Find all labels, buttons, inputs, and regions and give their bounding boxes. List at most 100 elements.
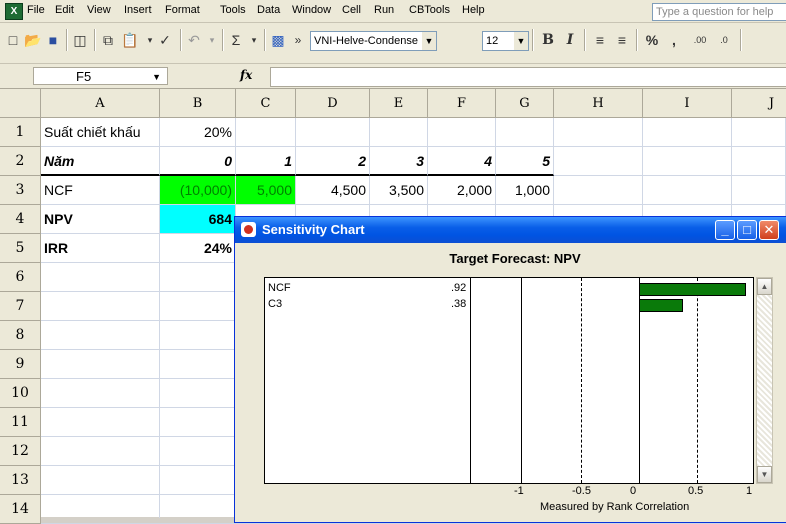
scroll-up-arrow-icon[interactable]: ▲ xyxy=(757,278,772,295)
column-header-i[interactable]: I xyxy=(643,89,732,118)
vertical-scrollbar[interactable]: ▲ ▼ xyxy=(756,277,773,484)
row-header-3[interactable]: 3 xyxy=(0,176,41,205)
sensitivity-row-value: .92 xyxy=(451,282,467,294)
font-size-select[interactable]: 12 ▼ xyxy=(482,31,529,51)
toolbar-options-icon[interactable]: » xyxy=(288,30,308,50)
column-header-c[interactable]: C xyxy=(236,89,296,118)
row-header-14[interactable]: 14 xyxy=(0,495,41,524)
cell-f3[interactable]: 2,000 xyxy=(428,176,496,205)
menu-view[interactable]: View xyxy=(87,4,111,16)
axis-tick-label: -0.5 xyxy=(572,485,591,497)
cell-a2[interactable]: Năm xyxy=(41,147,160,176)
undo-icon[interactable]: ↶ xyxy=(184,30,204,50)
row-header-1[interactable]: 1 xyxy=(0,118,41,147)
cell-b1[interactable]: 20% xyxy=(160,118,236,147)
menu-cbtools[interactable]: CBTools xyxy=(409,4,450,16)
cell-b2[interactable]: 0 xyxy=(160,147,236,176)
column-header-f[interactable]: F xyxy=(428,89,496,118)
row-header-12[interactable]: 12 xyxy=(0,437,41,466)
column-header-d[interactable]: D xyxy=(296,89,370,118)
copy-icon[interactable]: ⧉ xyxy=(98,30,118,50)
format-painter-icon[interactable]: ✓ xyxy=(155,30,175,50)
cell-c3[interactable]: 5,000 xyxy=(236,176,296,205)
bold-button[interactable]: B xyxy=(538,30,558,50)
menu-cell[interactable]: Cell xyxy=(342,4,361,16)
window-title-bar[interactable]: Sensitivity Chart _ □ ✕ xyxy=(235,217,786,243)
cell-a5[interactable]: IRR xyxy=(41,234,160,263)
paste-icon[interactable]: 📋 xyxy=(120,30,140,50)
cell-e2[interactable]: 3 xyxy=(370,147,428,176)
column-header-h[interactable]: H xyxy=(554,89,643,118)
row-header-10[interactable]: 10 xyxy=(0,379,41,408)
name-box[interactable]: F5 ▼ xyxy=(33,67,168,85)
column-header-a[interactable]: A xyxy=(41,89,160,118)
cell-b5[interactable]: 24% xyxy=(160,234,236,263)
cell-c2[interactable]: 1 xyxy=(236,147,296,176)
cell-b3[interactable]: (10,000) xyxy=(160,176,236,205)
column-header-j[interactable]: J xyxy=(732,89,786,118)
menu-tools[interactable]: Tools xyxy=(220,4,246,16)
ask-question-input[interactable]: Type a question for help xyxy=(652,3,786,21)
menu-edit[interactable]: Edit xyxy=(55,4,74,16)
column-header-b[interactable]: B xyxy=(160,89,236,118)
column-header-e[interactable]: E xyxy=(370,89,428,118)
maximize-button[interactable]: □ xyxy=(737,220,757,240)
scroll-down-arrow-icon[interactable]: ▼ xyxy=(757,466,772,483)
menu-help[interactable]: Help xyxy=(462,4,485,16)
row-header-8[interactable]: 8 xyxy=(0,321,41,350)
function-icon[interactable]: fx xyxy=(240,68,252,82)
minimize-button[interactable]: _ xyxy=(715,220,735,240)
row-header-4[interactable]: 4 xyxy=(0,205,41,234)
cell-d3[interactable]: 4,500 xyxy=(296,176,370,205)
toolbar-separator xyxy=(180,29,182,51)
cell-g3[interactable]: 1,000 xyxy=(496,176,554,205)
chart-wizard-icon[interactable]: ▩ xyxy=(268,30,288,50)
close-button[interactable]: ✕ xyxy=(759,220,779,240)
menu-insert[interactable]: Insert xyxy=(124,4,152,16)
cell-a3[interactable]: NCF xyxy=(41,176,160,205)
crystal-ball-icon[interactable] xyxy=(241,222,256,237)
comma-style-button[interactable]: , xyxy=(664,30,684,50)
autosum-icon[interactable]: Σ xyxy=(226,30,246,50)
cell-b4[interactable]: 684 xyxy=(160,205,236,234)
menu-run[interactable]: Run xyxy=(374,4,394,16)
percent-style-button[interactable]: % xyxy=(642,30,662,50)
select-all-corner[interactable] xyxy=(0,89,41,118)
row-header-6[interactable]: 6 xyxy=(0,263,41,292)
align-left-icon[interactable]: ≡ xyxy=(590,30,610,50)
menu-window[interactable]: Window xyxy=(292,4,331,16)
italic-button[interactable]: I xyxy=(560,30,580,50)
cell-f2[interactable]: 4 xyxy=(428,147,496,176)
row-header-13[interactable]: 13 xyxy=(0,466,41,495)
cell-e3[interactable]: 3,500 xyxy=(370,176,428,205)
open-folder-icon[interactable]: 📂 xyxy=(23,30,43,50)
formatting-toolbar: □ 📂 ■ ◫ ⧉ 📋 ▾ ✓ ↶ ▾ Σ ▾ ▩ » VNI-Helve-Co… xyxy=(0,23,786,64)
print-preview-icon[interactable]: ◫ xyxy=(70,30,90,50)
increase-decimal-button[interactable]: .00 xyxy=(690,30,710,50)
excel-app-icon[interactable]: X xyxy=(5,3,23,20)
menu-format[interactable]: Format xyxy=(165,4,200,16)
gridline-minus-half xyxy=(581,278,582,483)
undo-dropdown-icon[interactable]: ▾ xyxy=(202,30,222,50)
autosum-dropdown-icon[interactable]: ▾ xyxy=(244,30,264,50)
toolbar-separator xyxy=(222,29,224,51)
row-header-2[interactable]: 2 xyxy=(0,147,41,176)
decrease-decimal-button[interactable]: .0 xyxy=(714,30,734,50)
save-icon[interactable]: ■ xyxy=(43,30,63,50)
cell-g2[interactable]: 5 xyxy=(496,147,554,176)
row-header-11[interactable]: 11 xyxy=(0,408,41,437)
row-header-7[interactable]: 7 xyxy=(0,292,41,321)
row-header-5[interactable]: 5 xyxy=(0,234,41,263)
cell-a1[interactable]: Suất chiết khấu xyxy=(41,118,160,147)
cell-a4[interactable]: NPV xyxy=(41,205,160,234)
align-center-icon[interactable]: ≡ xyxy=(612,30,632,50)
column-header-g[interactable]: G xyxy=(496,89,554,118)
formula-input[interactable] xyxy=(270,67,786,87)
new-file-icon[interactable]: □ xyxy=(3,30,23,50)
menu-data[interactable]: Data xyxy=(257,4,280,16)
font-name-select[interactable]: VNI-Helve-Condense ▼ xyxy=(310,31,437,51)
cell-d2[interactable]: 2 xyxy=(296,147,370,176)
chevron-down-icon: ▼ xyxy=(422,32,436,50)
menu-file[interactable]: File xyxy=(27,4,45,16)
row-header-9[interactable]: 9 xyxy=(0,350,41,379)
